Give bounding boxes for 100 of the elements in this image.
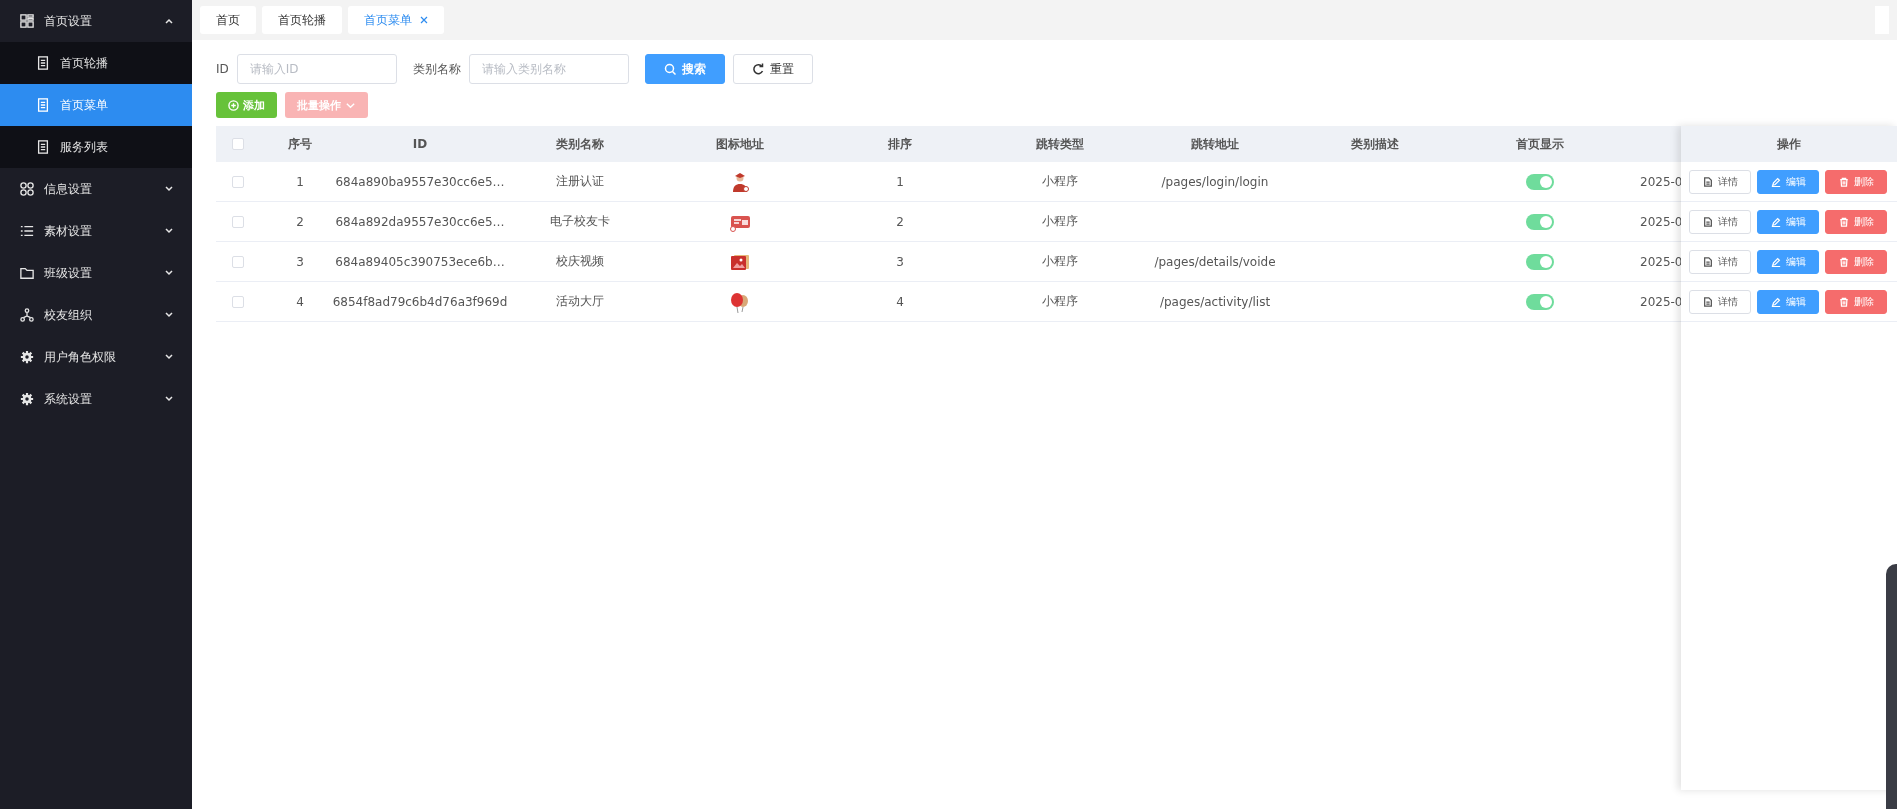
toggle-switch[interactable]	[1526, 253, 1554, 270]
pencil-icon	[1770, 176, 1781, 187]
column-header: 操作	[1777, 135, 1801, 153]
table-cell: 3	[296, 254, 304, 269]
table-cell: /pages/login/login	[1161, 174, 1269, 189]
trash-icon	[1838, 216, 1849, 227]
toggle-switch[interactable]	[1526, 293, 1554, 310]
table-cell: 684a890ba9557e30cc6e5…	[335, 174, 505, 189]
pencil-icon	[1770, 216, 1781, 227]
details-button[interactable]: 详情	[1689, 289, 1751, 314]
submenu-item[interactable]: 首页轮播	[0, 42, 192, 84]
field-label: ID	[216, 62, 229, 76]
table-cell: /pages/details/voide	[1154, 254, 1276, 269]
table-cell: 4	[296, 294, 304, 309]
column-header: 类别描述	[1350, 135, 1400, 153]
document-icon	[1702, 176, 1713, 187]
trash-icon	[1838, 176, 1849, 187]
chevron-down-icon	[164, 310, 174, 320]
hierarchy-icon	[20, 308, 34, 322]
menu-item[interactable]: 信息设置	[0, 168, 192, 210]
chevron-down-icon	[164, 268, 174, 278]
search-icon	[663, 63, 676, 75]
table-cell: 小程序	[1042, 173, 1078, 190]
close-icon	[420, 16, 428, 24]
table-cell: 注册认证	[556, 173, 604, 190]
table-cell: 1	[896, 174, 904, 189]
document-icon	[36, 140, 50, 154]
column-header: ID	[411, 136, 429, 153]
table-cell: /pages/activity/list	[1159, 294, 1271, 309]
chevron-down-icon	[164, 394, 174, 404]
checkbox[interactable]	[232, 175, 244, 188]
table-cell: 小程序	[1042, 293, 1078, 310]
column-header: 首页显示	[1515, 135, 1565, 153]
submenu-item[interactable]: 服务列表	[0, 126, 192, 168]
checkbox[interactable]	[232, 138, 244, 150]
document-icon	[36, 98, 50, 112]
gear-icon	[20, 392, 34, 406]
table-cell: 2025-0	[1640, 254, 1683, 269]
input-field[interactable]: 请输入类别名称	[468, 54, 629, 84]
column-header: 图标地址	[715, 135, 765, 153]
document-icon	[36, 56, 50, 70]
folder-icon	[20, 266, 34, 280]
column-header: 跳转类型	[1035, 135, 1085, 153]
table-cell: 684a89405c390753ece6b…	[335, 254, 505, 269]
document-icon	[1702, 216, 1713, 227]
document-icon	[1702, 296, 1713, 307]
table-cell: 电子校友卡	[550, 213, 610, 230]
table-cell: 2	[896, 214, 904, 229]
column-header: 类别名称	[555, 135, 605, 153]
trash-icon	[1838, 256, 1849, 267]
table-cell: 3	[896, 254, 904, 269]
details-button[interactable]: 详情	[1689, 249, 1751, 274]
checkbox[interactable]	[232, 215, 244, 228]
column-header: 跳转地址	[1190, 135, 1240, 153]
checkbox[interactable]	[232, 295, 244, 308]
menu-item[interactable]: 班级设置	[0, 252, 192, 294]
table-cell: 6854f8ad79c6b4d76a3f969d	[332, 294, 508, 309]
chevron-down-icon	[164, 226, 174, 236]
toggle-switch[interactable]	[1526, 213, 1554, 230]
menu-item[interactable]: 首页设置	[0, 0, 192, 42]
table-cell: 校庆视频	[556, 253, 604, 270]
grid-icon	[20, 14, 34, 28]
table-cell: 活动大厅	[556, 293, 604, 310]
toggle-switch[interactable]	[1526, 173, 1554, 190]
details-button[interactable]: 详情	[1689, 209, 1751, 234]
table-cell: 2025-0	[1640, 214, 1683, 229]
table-cell: 小程序	[1042, 253, 1078, 270]
balloon-icon	[729, 290, 751, 313]
plus-circle-icon	[228, 99, 239, 111]
table-cell: 小程序	[1042, 213, 1078, 230]
table-cell: 4	[896, 294, 904, 309]
input-field[interactable]: 请输入ID	[236, 54, 397, 84]
circles-icon	[20, 182, 34, 196]
tab[interactable]: 首页菜单	[348, 6, 444, 34]
tab[interactable]: 首页	[200, 6, 256, 34]
field-label: 类别名称	[412, 60, 461, 78]
table-cell: 2025-0	[1640, 294, 1683, 309]
table-cell: 684a892da9557e30cc6e5…	[335, 214, 505, 229]
list-icon	[20, 224, 34, 238]
trash-icon	[1838, 296, 1849, 307]
gear-icon	[20, 350, 34, 364]
column-header: 序号	[287, 135, 313, 153]
document-icon	[1702, 256, 1713, 267]
reset-button[interactable]: 重置	[732, 54, 813, 84]
menu-item[interactable]: 系统设置	[0, 378, 192, 420]
pencil-icon	[1770, 256, 1781, 267]
table-cell: 2025-0	[1640, 174, 1683, 189]
table-cell: 1	[296, 174, 304, 189]
details-button[interactable]: 详情	[1689, 169, 1751, 194]
tab[interactable]: 首页轮播	[262, 6, 342, 34]
chevron-down-icon	[164, 184, 174, 194]
menu-item[interactable]: 校友组织	[0, 294, 192, 336]
refresh-icon	[751, 63, 764, 75]
menu-item[interactable]: 素材设置	[0, 210, 192, 252]
menu-item[interactable]: 用户角色权限	[0, 336, 192, 378]
column-header: 排序	[887, 135, 913, 153]
checkbox[interactable]	[232, 255, 244, 268]
pencil-icon	[1770, 296, 1781, 307]
chevron-up-icon	[164, 16, 174, 26]
table-cell: 2	[296, 214, 304, 229]
